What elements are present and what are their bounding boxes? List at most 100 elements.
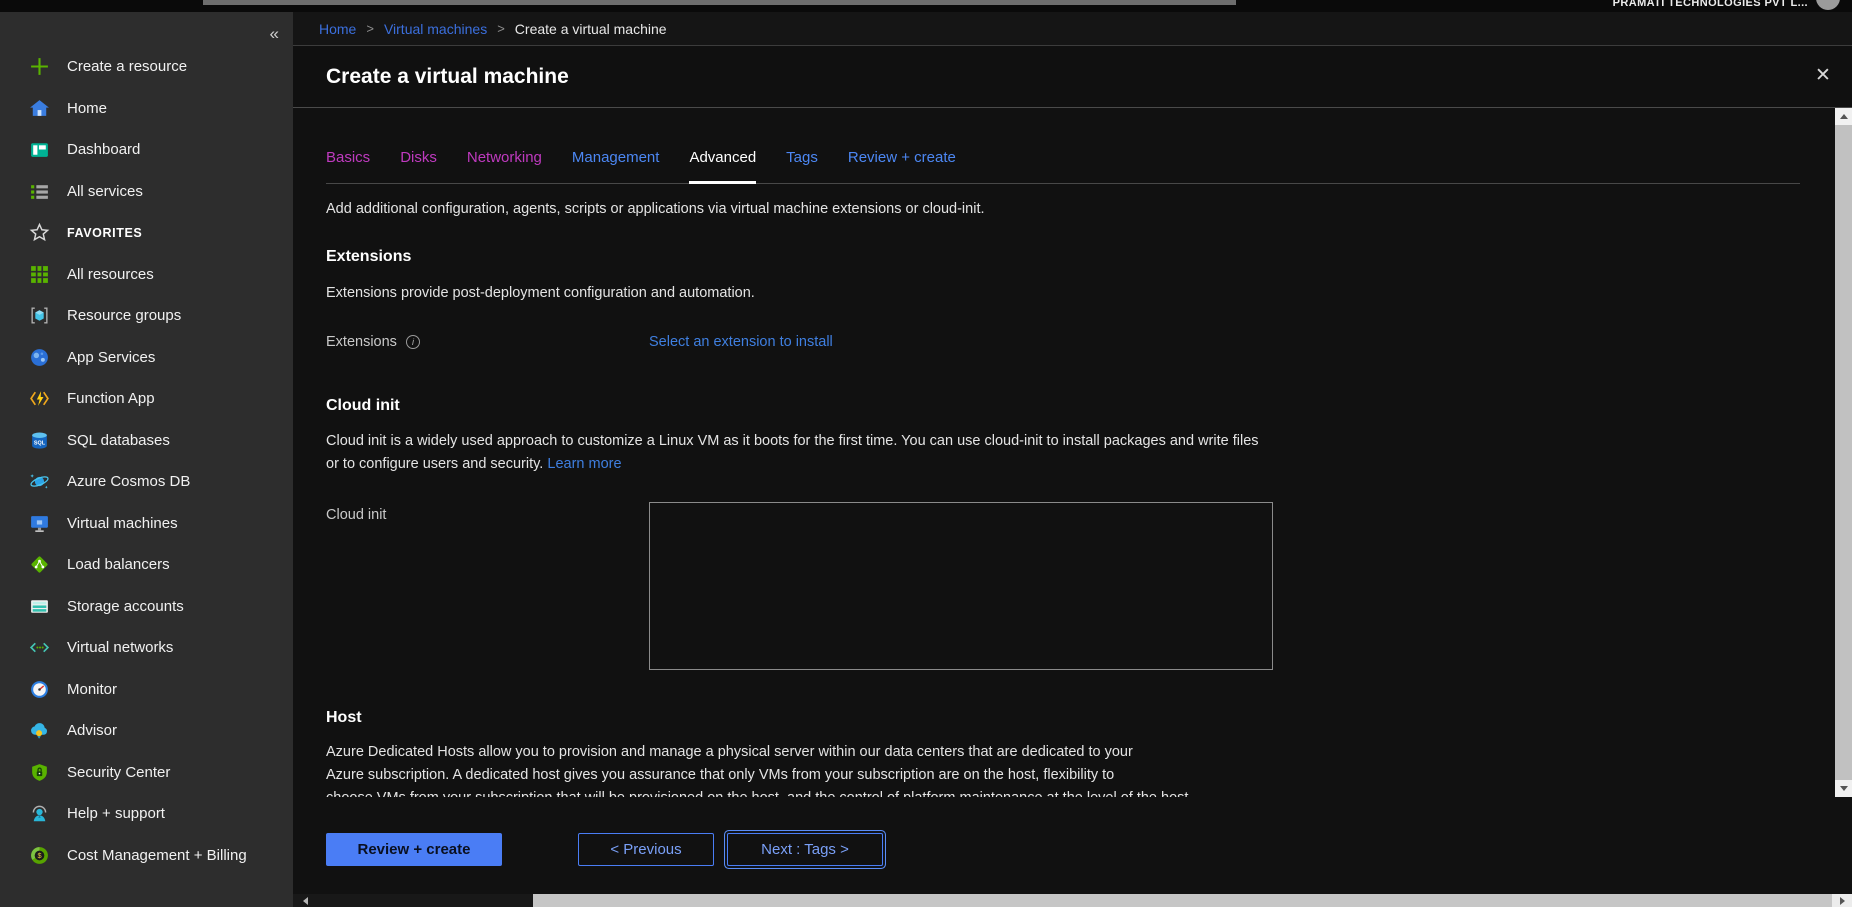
svg-text:$: $ <box>37 851 41 860</box>
sidebar-item-create-a-resource[interactable]: Create a resource <box>0 46 293 88</box>
tab-disks[interactable]: Disks <box>400 146 437 170</box>
wizard-footer: Review + create < Previous Next : Tags > <box>293 797 1852 894</box>
shield-icon <box>29 762 50 783</box>
sidebar-item-virtual-networks[interactable]: Virtual networks <box>0 627 293 669</box>
tab-review-create[interactable]: Review + create <box>848 146 956 170</box>
panel-body: Basics Disks Networking Management Advan… <box>293 108 1852 797</box>
previous-button[interactable]: < Previous <box>578 833 714 866</box>
info-icon[interactable]: i <box>406 335 420 349</box>
host-description-line-clipped: choose VMs from your subscription that w… <box>326 787 1800 797</box>
sidebar-item-label: SQL databases <box>67 432 170 449</box>
learn-more-link[interactable]: Learn more <box>547 456 621 472</box>
tab-description: Add additional configuration, agents, sc… <box>326 198 1800 220</box>
monitor-icon <box>29 679 50 700</box>
sidebar-item-home[interactable]: Home <box>0 88 293 130</box>
dashboard-icon <box>29 139 50 160</box>
cloud-init-description-text: Cloud init is a widely used approach to … <box>326 433 1259 472</box>
sidebar-item-all-services[interactable]: All services <box>0 171 293 213</box>
sidebar-item-azure-cosmos-db[interactable]: Azure Cosmos DB <box>0 461 293 503</box>
sidebar-item-label: Home <box>67 100 107 117</box>
sidebar-item-function-app[interactable]: Function App <box>0 378 293 420</box>
star-icon <box>29 222 50 243</box>
tab-basics[interactable]: Basics <box>326 146 370 170</box>
sidebar-item-virtual-machines[interactable]: Virtual machines <box>0 503 293 545</box>
extensions-heading: Extensions <box>326 246 1800 268</box>
vertical-scroll-thumb[interactable] <box>1835 125 1852 780</box>
breadcrumb-home[interactable]: Home <box>319 21 356 37</box>
tab-networking[interactable]: Networking <box>467 146 542 170</box>
scroll-right-icon[interactable] <box>1832 894 1852 907</box>
sidebar-item-dashboard[interactable]: Dashboard <box>0 129 293 171</box>
footer-buttons: Review + create < Previous Next : Tags > <box>326 833 1852 866</box>
sidebar-item-label: Function App <box>67 390 155 407</box>
next-tags-button[interactable]: Next : Tags > <box>727 833 883 866</box>
list-icon <box>29 181 50 202</box>
azure-portal: PRAMATI TECHNOLOGIES PVT L... « Create a… <box>0 0 1852 907</box>
cost-management-icon: $ <box>29 845 50 866</box>
sidebar-item-label: Dashboard <box>67 141 140 158</box>
tab-tags[interactable]: Tags <box>786 146 818 170</box>
breadcrumb: Home > Virtual machines > Create a virtu… <box>293 12 1852 46</box>
sidebar-item-label: Resource groups <box>67 307 181 324</box>
horizontal-scrollbar[interactable] <box>293 894 1852 907</box>
panel-header: Create a virtual machine ✕ <box>293 46 1852 108</box>
sidebar-item-label: Monitor <box>67 681 117 698</box>
cloud-init-textarea[interactable] <box>649 502 1273 670</box>
cloud-init-description: Cloud init is a widely used approach to … <box>326 430 1271 476</box>
collapse-sidebar-icon[interactable]: « <box>270 24 279 44</box>
sidebar-item-advisor[interactable]: Advisor <box>0 710 293 752</box>
scroll-left-icon[interactable] <box>297 894 313 907</box>
sidebar-item-monitor[interactable]: Monitor <box>0 669 293 711</box>
sidebar-item-label: Security Center <box>67 764 170 781</box>
sidebar-item-app-services[interactable]: App Services <box>0 337 293 379</box>
sidebar-item-security-center[interactable]: Security Center <box>0 752 293 794</box>
horizontal-scroll-thumb[interactable] <box>533 894 1832 907</box>
sidebar-item-storage-accounts[interactable]: Storage accounts <box>0 586 293 628</box>
sidebar-item-resource-groups[interactable]: Resource groups <box>0 295 293 337</box>
virtual-networks-icon <box>29 637 50 658</box>
resource-groups-icon <box>29 305 50 326</box>
tab-advanced[interactable]: Advanced <box>689 146 756 170</box>
tab-management[interactable]: Management <box>572 146 660 170</box>
storage-accounts-icon <box>29 596 50 617</box>
cloud-init-heading: Cloud init <box>326 395 1800 417</box>
host-description: Azure Dedicated Hosts allow you to provi… <box>326 741 1800 797</box>
main-content: Home > Virtual machines > Create a virtu… <box>293 12 1852 907</box>
scroll-down-icon[interactable] <box>1835 780 1852 797</box>
extensions-description: Extensions provide post-deployment confi… <box>326 282 1271 305</box>
host-description-line: Azure subscription. A dedicated host giv… <box>326 764 1800 787</box>
chevron-right-icon: > <box>366 21 374 36</box>
help-support-icon <box>29 803 50 824</box>
top-horizontal-scrollbar[interactable] <box>203 0 1236 5</box>
scroll-up-icon[interactable] <box>1835 108 1852 125</box>
close-icon[interactable]: ✕ <box>1810 62 1836 88</box>
advisor-icon <box>29 720 50 741</box>
sidebar-item-cost-management[interactable]: $ Cost Management + Billing <box>0 835 293 877</box>
page-title: Create a virtual machine <box>326 65 569 89</box>
sidebar-item-label: Create a resource <box>67 58 187 75</box>
avatar[interactable] <box>1816 0 1840 10</box>
sidebar-favorites-header: FAVORITES <box>0 212 293 254</box>
host-heading: Host <box>326 707 1800 729</box>
sidebar-item-label: Storage accounts <box>67 598 184 615</box>
sidebar: « Create a resource Home Dashboard All s… <box>0 12 293 907</box>
sidebar-item-label: Cost Management + Billing <box>67 847 247 864</box>
plus-icon <box>29 56 50 77</box>
sidebar-nav: Create a resource Home Dashboard All ser… <box>0 46 293 876</box>
sidebar-item-help-support[interactable]: Help + support <box>0 793 293 835</box>
sidebar-item-all-resources[interactable]: All resources <box>0 254 293 296</box>
sidebar-item-load-balancers[interactable]: Load balancers <box>0 544 293 586</box>
host-description-line: Azure Dedicated Hosts allow you to provi… <box>326 741 1800 764</box>
select-extension-link[interactable]: Select an extension to install <box>649 331 833 353</box>
svg-text:SQL: SQL <box>34 440 46 446</box>
load-balancers-icon <box>29 554 50 575</box>
grid-icon <box>29 264 50 285</box>
tenant-name[interactable]: PRAMATI TECHNOLOGIES PVT L... <box>1613 0 1808 9</box>
sidebar-item-label: Load balancers <box>67 556 170 573</box>
review-create-button[interactable]: Review + create <box>326 833 502 866</box>
sidebar-item-sql-databases[interactable]: SQL SQL databases <box>0 420 293 462</box>
vertical-scrollbar[interactable] <box>1835 108 1852 797</box>
breadcrumb-current: Create a virtual machine <box>515 21 667 37</box>
virtual-machines-icon <box>29 513 50 534</box>
breadcrumb-virtual-machines[interactable]: Virtual machines <box>384 21 487 37</box>
